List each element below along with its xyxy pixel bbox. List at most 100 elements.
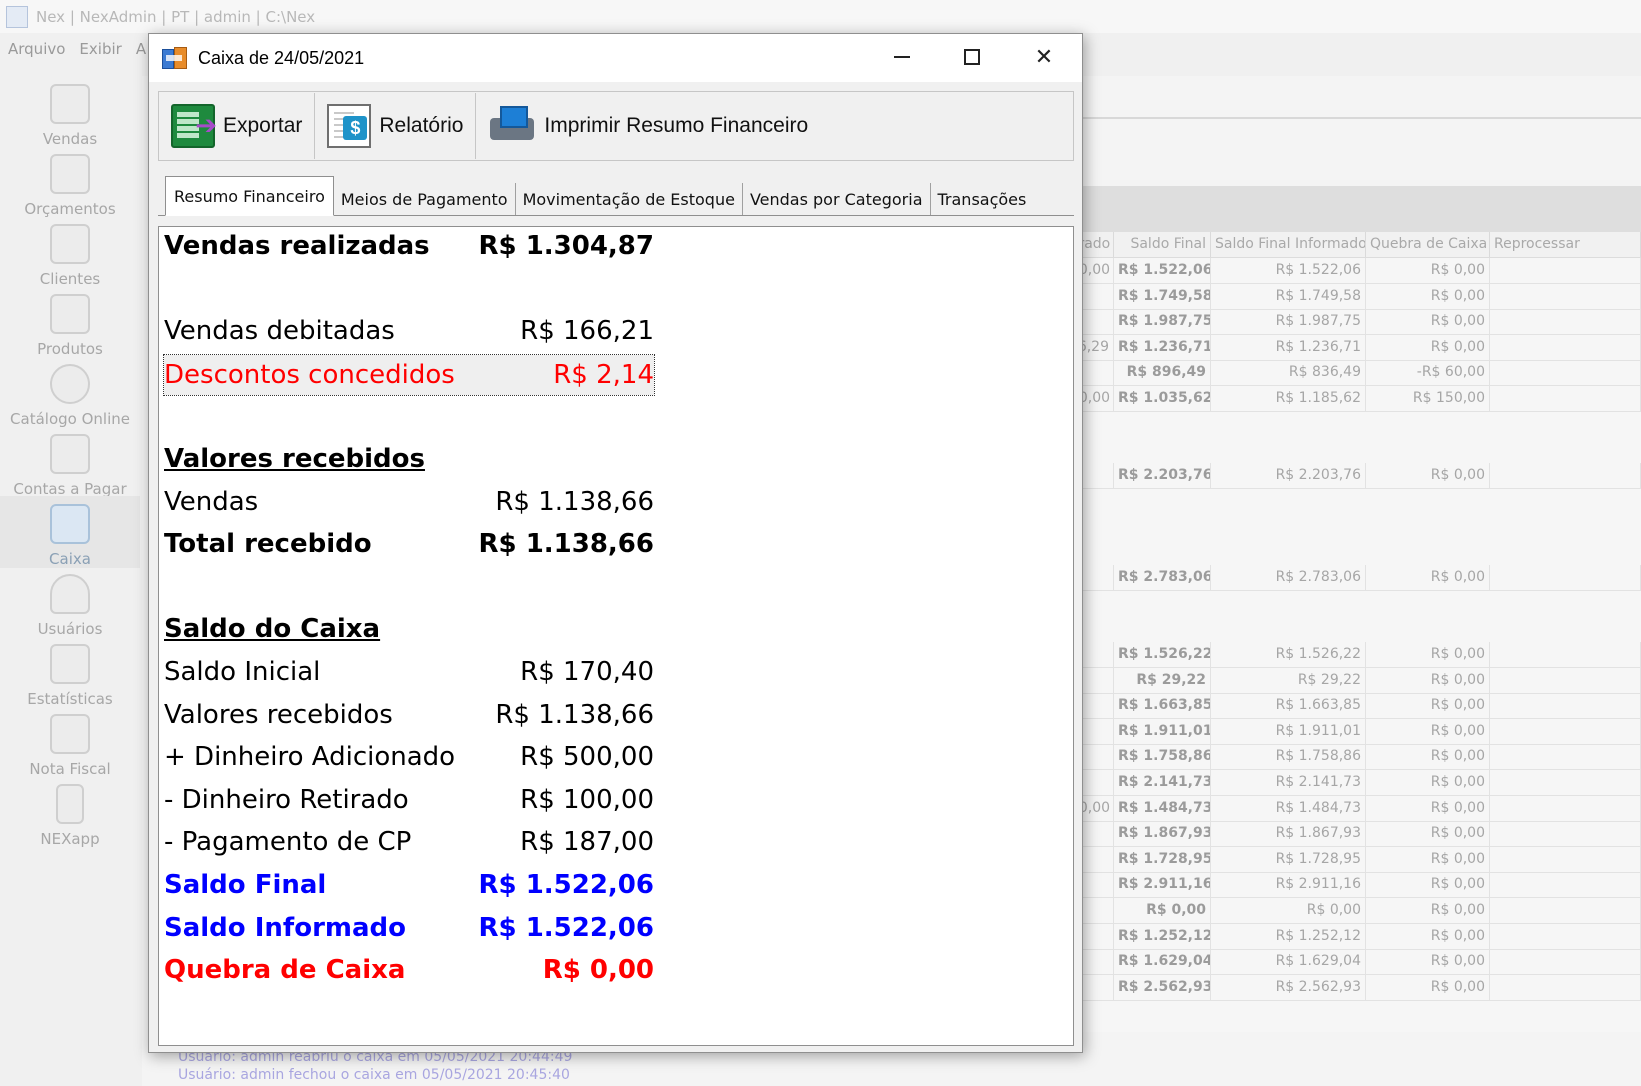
report-label: Relatório: [379, 114, 464, 137]
sidebar-item-nexapp[interactable]: NEXapp: [0, 776, 140, 848]
chart-icon: [50, 644, 90, 684]
export-label: Exportar: [223, 114, 303, 137]
col-header-reprocessar[interactable]: Reprocessar: [1490, 232, 1641, 257]
table-row[interactable]: R$ 2.562,93 R$ 2.562,93 R$ 0,00: [1034, 974, 1641, 1001]
table-row[interactable]: R$ 1.867,93 R$ 1.867,93 R$ 0,00: [1034, 821, 1641, 848]
table-row[interactable]: R$ 750,00R$ 1.484,73R$ 1.484,73R$ 0,00: [1034, 795, 1641, 822]
summary-value: R$ 1.138,66: [478, 529, 654, 559]
table-cell: R$ 1.185,62: [1211, 386, 1366, 411]
table-row[interactable]: R$ 1.987,75 R$ 1.987,75 R$ 0,00: [1034, 309, 1641, 336]
summary-row-pagamento-cp: - Pagamento de CP R$ 187,00: [164, 827, 654, 867]
summary-row-vendas: Vendas R$ 1.138,66: [164, 487, 654, 527]
summary-row-valores-recebidos: Valores recebidos R$ 1.138,66: [164, 700, 654, 740]
table-row[interactable]: R$ 130,00R$ 1.035,62R$ 1.185,62R$ 150,00: [1034, 386, 1641, 412]
summary-label: - Dinheiro Retirado: [164, 785, 409, 815]
table-cell: R$ 1.728,95: [1114, 846, 1211, 872]
table-row[interactable]: R$ 1.252,12 R$ 1.252,12 R$ 0,00: [1034, 923, 1641, 950]
sidebar-item-contas-a-pagar[interactable]: Contas a Pagar: [0, 426, 140, 498]
export-button[interactable]: Exportar: [159, 93, 316, 159]
table-cell: R$ 0,00: [1366, 846, 1490, 872]
close-button[interactable]: ✕: [1009, 34, 1079, 80]
table-cell: R$ 0,00: [1366, 770, 1490, 795]
sidebar-item-vendas[interactable]: Vendas: [0, 76, 140, 148]
tab-vendas-por-categoria[interactable]: Vendas por Categoria: [743, 183, 931, 215]
table-cell: R$ 1.911,01: [1114, 718, 1211, 744]
close-icon: ✕: [1034, 44, 1054, 70]
summary-label: Quebra de Caixa: [164, 955, 406, 985]
table-cell: R$ 896,49: [1114, 360, 1211, 386]
dialog-titlebar[interactable]: Caixa de 24/05/2021 ✕: [149, 34, 1082, 82]
table-cell: R$ 0,00: [1366, 795, 1490, 821]
cart-icon: [50, 84, 90, 124]
minimize-button[interactable]: [867, 34, 937, 80]
tab-transacoes[interactable]: Transações: [931, 183, 1034, 215]
report-button[interactable]: Relatório: [315, 93, 477, 159]
table-row[interactable]: R$ 896,49 R$ 836,49 -R$ 60,00: [1034, 360, 1641, 387]
summary-row-saldo-informado: Saldo Informado R$ 1.522,06: [164, 913, 654, 953]
sidebar-item-catalogo[interactable]: Catálogo Online: [0, 356, 140, 428]
globe-icon: [50, 364, 90, 404]
summary-row-descontos[interactable]: Descontos concedidos R$ 2,14: [163, 354, 655, 396]
table-cell: R$ 836,49: [1211, 360, 1366, 386]
sidebar-item-orcamentos[interactable]: Orçamentos: [0, 146, 140, 218]
table-row[interactable]: R$ 2.203,76 R$ 2.203,76 R$ 0,00: [1034, 462, 1641, 489]
table-row[interactable]: R$ 2.911,16 R$ 2.911,16 R$ 0,00: [1034, 872, 1641, 899]
table-row[interactable]: R$ 1.526,22 R$ 1.526,22 R$ 0,00: [1034, 642, 1641, 668]
table-row[interactable]: R$ 100,00R$ 1.522,06R$ 1.522,06R$ 0,00: [1034, 258, 1641, 284]
sidebar-item-produtos[interactable]: Produtos: [0, 286, 140, 358]
table-cell: R$ 1.236,71: [1211, 334, 1366, 360]
col-header-saldo-final[interactable]: Saldo Final: [1114, 232, 1211, 257]
table-cell: R$ 0,00: [1366, 334, 1490, 360]
col-header-quebra-de-caixa[interactable]: Quebra de Caixa: [1366, 232, 1490, 257]
table-row[interactable]: R$ 1.728,95 R$ 1.728,95 R$ 0,00: [1034, 846, 1641, 873]
table-row[interactable]: R$ 2.783,06 R$ 2.783,06 R$ 0,00: [1034, 565, 1641, 592]
sidebar-item-clientes[interactable]: Clientes: [0, 216, 140, 288]
table-row[interactable]: R$ 1.911,01 R$ 1.911,01 R$ 0,00: [1034, 718, 1641, 745]
table-cell: R$ 150,00: [1366, 386, 1490, 411]
sidebar-item-caixa[interactable]: Caixa: [0, 496, 140, 568]
table-row[interactable]: R$ 2.141,73 R$ 2.141,73 R$ 0,00: [1034, 770, 1641, 796]
minimize-icon: [894, 56, 910, 58]
summary-label: Vendas: [164, 487, 259, 517]
menu-more[interactable]: A: [136, 40, 146, 66]
table-cell: R$ 1.522,06: [1211, 258, 1366, 283]
summary-value: R$ 100,00: [520, 785, 654, 815]
table-row[interactable]: R$ 0,00 R$ 0,00 R$ 0,00: [1034, 898, 1641, 924]
print-summary-button[interactable]: Imprimir Resumo Financeiro: [476, 93, 820, 159]
table-row[interactable]: R$ 1.749,58 R$ 1.749,58 R$ 0,00: [1034, 283, 1641, 310]
menu-exibir[interactable]: Exibir: [79, 40, 121, 66]
tab-meios-de-pagamento[interactable]: Meios de Pagamento: [334, 183, 516, 215]
table-cell: [1490, 744, 1641, 770]
summary-value: R$ 2,14: [553, 360, 654, 390]
table-cell: [1490, 258, 1641, 283]
table-cell: R$ 1.484,73: [1211, 795, 1366, 821]
tab-movimentacao-de-estoque[interactable]: Movimentação de Estoque: [516, 183, 743, 215]
maximize-icon: [964, 49, 980, 65]
table-cell: R$ 1.629,04: [1114, 949, 1211, 975]
table-cell: [1490, 309, 1641, 335]
table-cell: [1490, 898, 1641, 923]
sidebar-item-estatisticas[interactable]: Estatísticas: [0, 636, 140, 708]
sidebar-item-usuarios[interactable]: Usuários: [0, 566, 140, 638]
summary-value: R$ 1.522,06: [478, 870, 654, 900]
table-cell: [1490, 386, 1641, 411]
log-line: Usuário: admin fechou o caixa em 05/05/2…: [178, 1067, 570, 1083]
section-heading-saldo-do-caixa: Saldo do Caixa: [164, 614, 654, 654]
maximize-button[interactable]: [937, 34, 1007, 80]
tab-resumo-financeiro[interactable]: Resumo Financeiro: [165, 176, 334, 216]
section-heading-valores-recebidos: Valores recebidos: [164, 444, 654, 484]
col-header-saldo-final-informado[interactable]: Saldo Final Informado: [1211, 232, 1366, 257]
table-row[interactable]: R$ 1.629,04 R$ 1.629,04 R$ 0,00: [1034, 949, 1641, 976]
table-row[interactable]: R$ 1.663,85 R$ 1.663,85 R$ 0,00: [1034, 693, 1641, 720]
table-row[interactable]: R$ 1.758,86 R$ 1.758,86 R$ 0,00: [1034, 744, 1641, 771]
table-cell: -R$ 60,00: [1366, 360, 1490, 386]
sidebar-item-nota-fiscal[interactable]: Nota Fiscal: [0, 706, 140, 778]
table-row[interactable]: R$ 96,29R$ 1.236,71R$ 1.236,71R$ 0,00: [1034, 334, 1641, 361]
financial-summary-panel: Vendas realizadas R$ 1.304,87 Vendas deb…: [158, 226, 1074, 1046]
table-row[interactable]: R$ 29,22 R$ 29,22 R$ 0,00: [1034, 667, 1641, 694]
menu-arquivo[interactable]: Arquivo: [8, 40, 65, 66]
summary-value: R$ 0,00: [542, 955, 654, 985]
summary-label: - Pagamento de CP: [164, 827, 412, 857]
table-cell: R$ 0,00: [1366, 821, 1490, 847]
table-cell: R$ 2.911,16: [1114, 872, 1211, 898]
